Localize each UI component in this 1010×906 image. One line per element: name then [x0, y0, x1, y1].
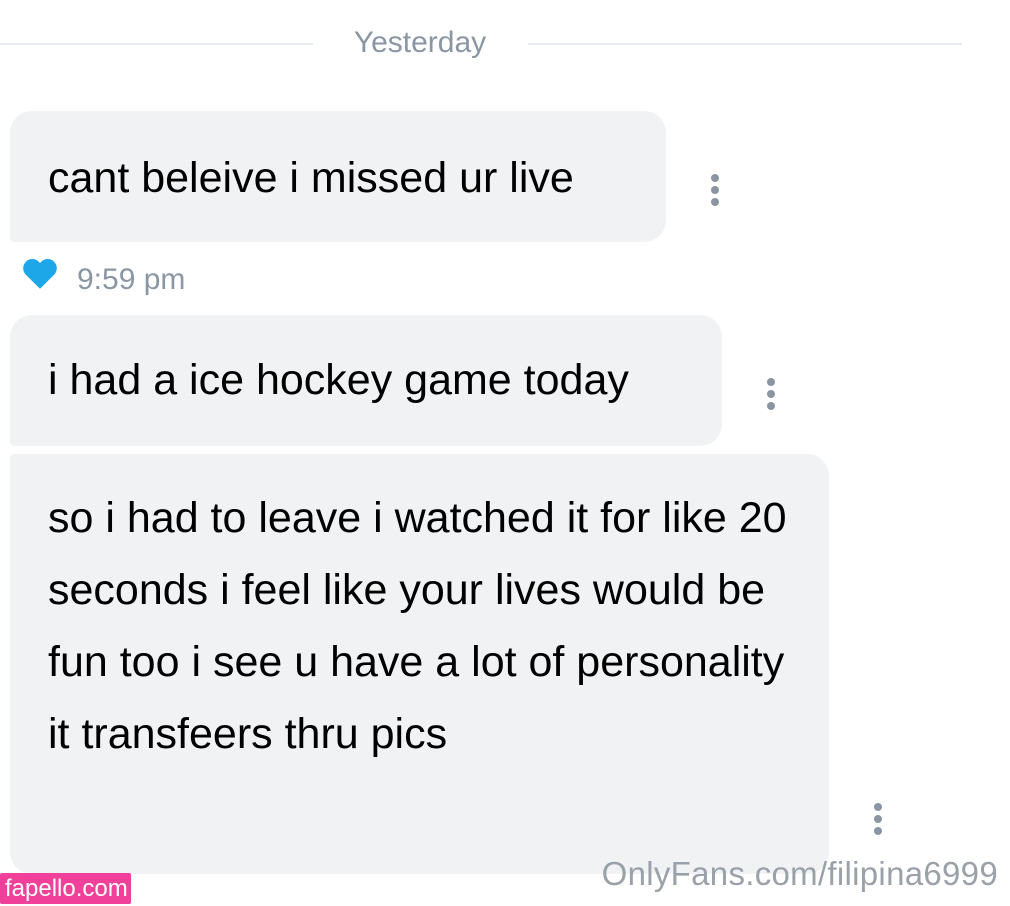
message-more-options-icon[interactable] — [761, 374, 781, 414]
watermark-text: OnlyFans.com/filipina6999 — [601, 855, 998, 892]
message-timestamp: 9:59 pm — [77, 263, 186, 296]
message-more-options-icon[interactable] — [705, 170, 725, 210]
message-text: so i had to leave i watched it for like … — [48, 494, 787, 758]
date-divider-label: Yesterday — [353, 26, 487, 59]
message-text: i had a ice hockey game today — [48, 356, 629, 404]
message-text: cant beleive i missed ur live — [48, 154, 574, 202]
divider-line-left — [0, 43, 313, 45]
divider-line-right — [528, 43, 962, 45]
watermark-badge: fapello.com — [0, 873, 131, 904]
message-bubble: cant beleive i missed ur live — [10, 111, 666, 242]
heart-icon[interactable] — [22, 256, 58, 290]
message-bubble: i had a ice hockey game today — [10, 315, 722, 446]
message-more-options-icon[interactable] — [868, 799, 888, 839]
message-bubble: so i had to leave i watched it for like … — [10, 454, 829, 874]
